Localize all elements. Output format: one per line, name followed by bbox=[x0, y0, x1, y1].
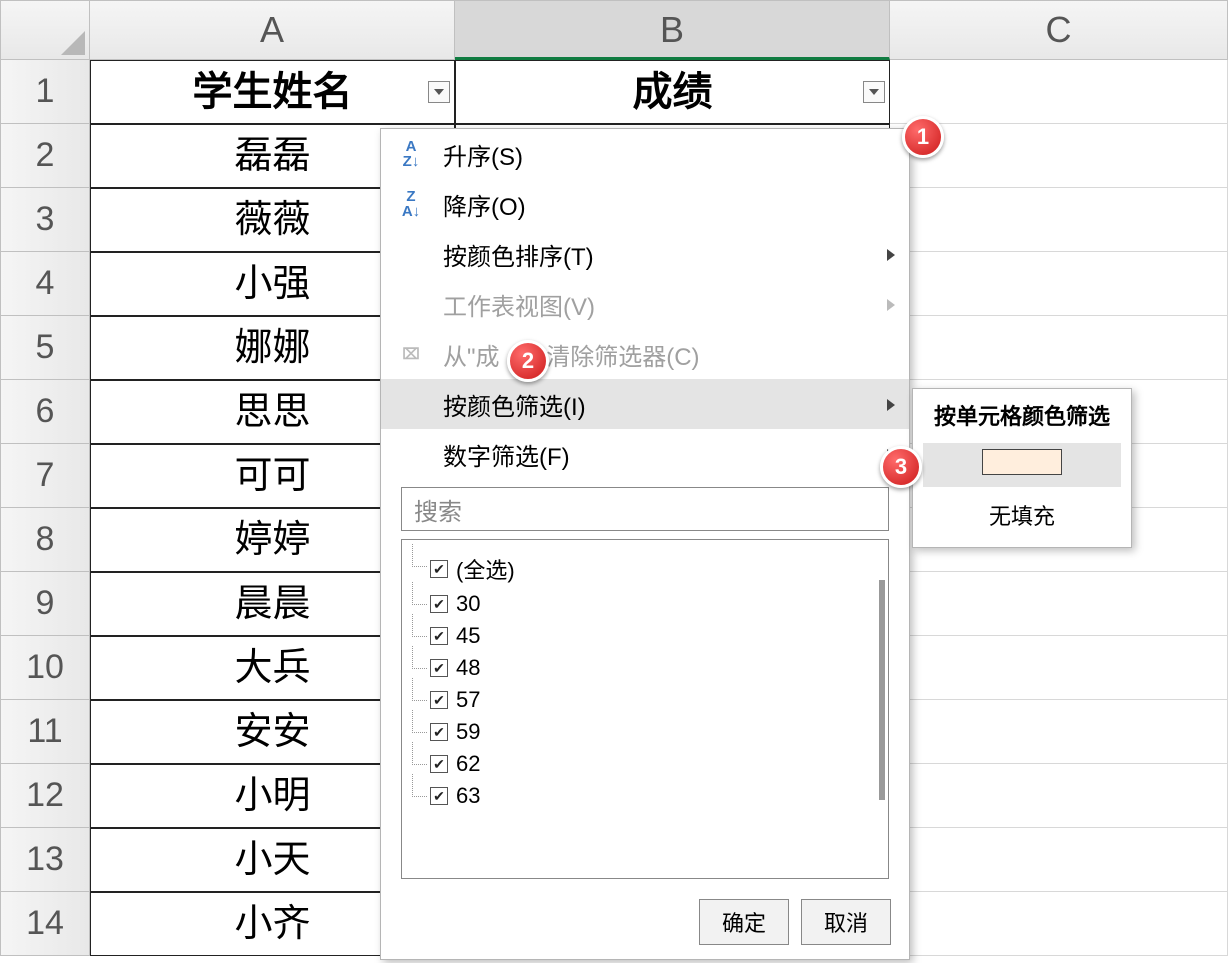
header-cell-score[interactable]: 成绩 bbox=[455, 60, 890, 124]
row-header[interactable]: 14 bbox=[0, 892, 90, 956]
filter-value-item[interactable]: 48 bbox=[430, 652, 874, 684]
filter-value-item[interactable]: 63 bbox=[430, 780, 874, 812]
ok-button[interactable]: 确定 bbox=[699, 899, 789, 945]
sheet-view-label: 工作表视图(V) bbox=[443, 287, 595, 322]
cell[interactable] bbox=[890, 828, 1228, 892]
cell[interactable] bbox=[890, 636, 1228, 700]
checkbox-icon bbox=[430, 560, 448, 578]
checkbox-icon bbox=[430, 787, 448, 805]
number-filter[interactable]: 数字筛选(F) bbox=[381, 429, 909, 479]
filter-button[interactable] bbox=[428, 81, 450, 103]
filter-by-color[interactable]: 按颜色筛选(I) bbox=[381, 379, 909, 429]
cell[interactable] bbox=[890, 316, 1228, 380]
cell[interactable] bbox=[890, 60, 1228, 124]
step-badge-3: 3 bbox=[880, 446, 922, 488]
clear-filter-icon: ⌧ bbox=[397, 347, 425, 362]
cell[interactable] bbox=[890, 252, 1228, 316]
select-all-corner[interactable] bbox=[0, 0, 90, 60]
checkbox-icon bbox=[430, 659, 448, 677]
checkbox-icon bbox=[430, 627, 448, 645]
filter-button[interactable] bbox=[863, 81, 885, 103]
color-filter-submenu: 按单元格颜色筛选 无填充 bbox=[912, 388, 1132, 548]
chevron-right-icon bbox=[887, 240, 895, 268]
number-filter-label: 数字筛选(F) bbox=[443, 437, 570, 472]
filter-by-color-label: 按颜色筛选(I) bbox=[443, 387, 586, 422]
clear-filter: ⌧ 从"成 清除筛选器(C) bbox=[381, 329, 909, 379]
row-header[interactable]: 7 bbox=[0, 444, 90, 508]
filter-dropdown-menu: AZ↓ 升序(S) ZA↓ 降序(O) 按颜色排序(T) 工作表视图(V) ⌧ … bbox=[380, 128, 910, 960]
chevron-right-icon bbox=[887, 390, 895, 418]
row-header[interactable]: 5 bbox=[0, 316, 90, 380]
filter-value-item[interactable]: 30 bbox=[430, 588, 874, 620]
sort-desc-icon: ZA↓ bbox=[397, 189, 425, 219]
checkbox-icon bbox=[430, 595, 448, 613]
sort-desc-label: 降序(O) bbox=[443, 187, 526, 222]
no-fill-option[interactable]: 无填充 bbox=[923, 493, 1121, 537]
step-badge-2: 2 bbox=[507, 340, 549, 382]
row-header[interactable]: 8 bbox=[0, 508, 90, 572]
row-header[interactable]: 3 bbox=[0, 188, 90, 252]
checkbox-icon bbox=[430, 691, 448, 709]
checkbox-icon bbox=[430, 755, 448, 773]
sort-by-color-label: 按颜色排序(T) bbox=[443, 237, 594, 272]
color-swatch-option[interactable] bbox=[923, 443, 1121, 487]
filter-search-input[interactable]: 搜索 bbox=[401, 487, 889, 531]
row-header[interactable]: 4 bbox=[0, 252, 90, 316]
column-header-row: A B C bbox=[0, 0, 1228, 60]
row-header[interactable]: 2 bbox=[0, 124, 90, 188]
cell[interactable] bbox=[890, 572, 1228, 636]
filter-value-item[interactable]: 59 bbox=[430, 716, 874, 748]
cancel-button[interactable]: 取消 bbox=[801, 899, 891, 945]
checkbox-icon bbox=[430, 723, 448, 741]
sheet-view: 工作表视图(V) bbox=[381, 279, 909, 329]
scrollbar[interactable] bbox=[879, 580, 885, 800]
color-swatch bbox=[982, 449, 1062, 475]
sort-asc-label: 升序(S) bbox=[443, 137, 523, 172]
column-header-A[interactable]: A bbox=[90, 0, 455, 60]
filter-value-item[interactable]: 57 bbox=[430, 684, 874, 716]
filter-value-item[interactable]: 45 bbox=[430, 620, 874, 652]
row-header[interactable]: 10 bbox=[0, 636, 90, 700]
cell[interactable] bbox=[890, 188, 1228, 252]
sort-descending[interactable]: ZA↓ 降序(O) bbox=[381, 179, 909, 229]
row-header[interactable]: 9 bbox=[0, 572, 90, 636]
filter-value-item[interactable]: (全选) bbox=[430, 550, 874, 588]
column-header-B[interactable]: B bbox=[455, 0, 890, 60]
chevron-right-icon bbox=[887, 290, 895, 318]
sort-by-color[interactable]: 按颜色排序(T) bbox=[381, 229, 909, 279]
sort-asc-icon: AZ↓ bbox=[397, 139, 425, 169]
row-header[interactable]: 6 bbox=[0, 380, 90, 444]
cell[interactable] bbox=[890, 700, 1228, 764]
row-header[interactable]: 13 bbox=[0, 828, 90, 892]
header-cell-name[interactable]: 学生姓名 bbox=[90, 60, 455, 124]
sort-ascending[interactable]: AZ↓ 升序(S) bbox=[381, 129, 909, 179]
filter-value-list[interactable]: (全选)30454857596263 bbox=[401, 539, 889, 879]
submenu-title: 按单元格颜色筛选 bbox=[923, 399, 1121, 437]
cell[interactable] bbox=[890, 764, 1228, 828]
row-header[interactable]: 1 bbox=[0, 60, 90, 124]
column-header-C[interactable]: C bbox=[890, 0, 1228, 60]
row-header[interactable]: 11 bbox=[0, 700, 90, 764]
cell[interactable] bbox=[890, 892, 1228, 956]
filter-value-item[interactable]: 62 bbox=[430, 748, 874, 780]
step-badge-1: 1 bbox=[902, 116, 944, 158]
row-header[interactable]: 12 bbox=[0, 764, 90, 828]
